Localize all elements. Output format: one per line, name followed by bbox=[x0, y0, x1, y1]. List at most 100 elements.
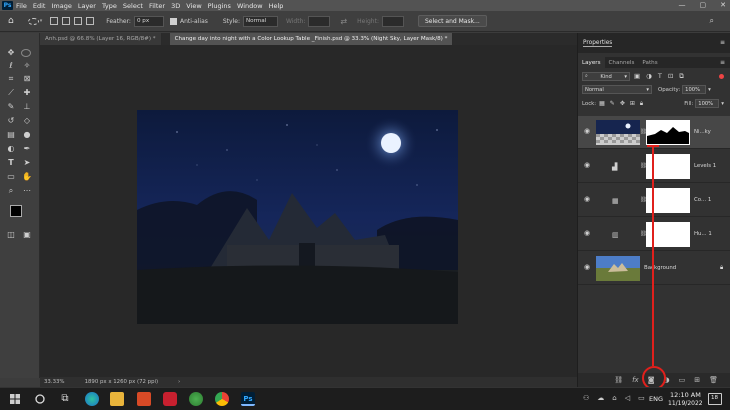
filter-pixel-icon[interactable]: ▣ bbox=[634, 72, 640, 81]
feather-input[interactable]: 0 px bbox=[133, 15, 164, 27]
menu-filter[interactable]: Filter bbox=[149, 2, 165, 10]
height-input[interactable] bbox=[381, 15, 404, 27]
tab-change-day-into-night[interactable]: Change day into night with a Color Looku… bbox=[169, 33, 454, 45]
link-layers-icon[interactable]: ⛓ bbox=[614, 376, 623, 384]
status-arrow-icon[interactable]: › bbox=[178, 379, 180, 385]
layer-name[interactable]: Background bbox=[644, 265, 676, 271]
layers-panel-menu-icon[interactable]: ≡ bbox=[720, 59, 725, 66]
menu-help[interactable]: Help bbox=[269, 2, 284, 10]
more-tools-icon[interactable]: ⋯ bbox=[21, 185, 33, 197]
marquee-tool-icon[interactable] bbox=[21, 49, 31, 57]
home-icon[interactable]: ⌂ bbox=[8, 16, 14, 26]
notifications-button[interactable]: 18 bbox=[708, 393, 722, 405]
clock-time[interactable]: 12:10 AM bbox=[670, 391, 701, 399]
chrome-profile-icon[interactable] bbox=[189, 392, 203, 406]
crop-tool-icon[interactable]: ⌗ bbox=[5, 73, 17, 85]
history-brush-tool-icon[interactable]: ↺ bbox=[5, 115, 17, 127]
search-icon[interactable] bbox=[33, 392, 47, 406]
menu-select[interactable]: Select bbox=[123, 2, 143, 10]
cloud-icon[interactable]: ☁ bbox=[597, 394, 604, 402]
lock-image-icon[interactable]: ✎ bbox=[610, 100, 615, 108]
menu-3d[interactable]: 3D bbox=[171, 2, 180, 10]
layer-row-color-lookup[interactable]: ◉ ▦ ⛓ Co... 1 bbox=[578, 184, 730, 217]
fill-input[interactable]: 100% bbox=[695, 99, 720, 108]
zoom-tool-icon[interactable]: ⌕ bbox=[5, 185, 17, 197]
layer-name[interactable]: Levels 1 bbox=[694, 163, 716, 169]
background-thumbnail[interactable] bbox=[596, 256, 640, 281]
speaker-icon[interactable]: ◁ bbox=[625, 394, 630, 402]
chevron-down-icon[interactable]: ▾ bbox=[721, 101, 724, 107]
tab-layers[interactable]: Layers bbox=[578, 57, 605, 68]
visibility-eye-icon[interactable]: ◉ bbox=[584, 161, 593, 169]
lock-transparent-icon[interactable]: ▦ bbox=[599, 100, 605, 108]
properties-title[interactable]: Properties bbox=[583, 40, 613, 47]
lock-position-icon[interactable]: ✥ bbox=[620, 100, 625, 108]
document-canvas[interactable] bbox=[137, 110, 458, 324]
layer-name[interactable]: Ni...ky bbox=[694, 129, 711, 135]
rectangle-tool-icon[interactable]: ▭ bbox=[5, 171, 17, 183]
language-indicator[interactable]: ENG bbox=[649, 395, 663, 403]
menu-type[interactable]: Type bbox=[102, 2, 117, 10]
antialias-checkbox[interactable] bbox=[169, 17, 177, 25]
layer-name[interactable]: Hu... 1 bbox=[694, 231, 712, 237]
menu-plugins[interactable]: Plugins bbox=[208, 2, 231, 10]
battery-icon[interactable]: ▭ bbox=[638, 394, 645, 402]
style-select[interactable]: Normal bbox=[242, 15, 278, 27]
frame-tool-icon[interactable]: ⊠ bbox=[21, 73, 33, 85]
swap-icon[interactable]: ⇄ bbox=[340, 17, 347, 26]
close-button[interactable]: ✕ bbox=[720, 1, 726, 9]
zoom-level[interactable]: 33.33% bbox=[44, 379, 65, 385]
dodge-tool-icon[interactable]: ◐ bbox=[5, 143, 17, 155]
filter-adjustment-icon[interactable]: ◑ bbox=[646, 72, 652, 81]
layer-row-levels[interactable]: ◉ ▟ ⛓ Levels 1 bbox=[578, 150, 730, 183]
menu-view[interactable]: View bbox=[186, 2, 201, 10]
tab-paths[interactable]: Paths bbox=[638, 57, 661, 68]
tab-anh[interactable]: Anh.psd @ 66.8% (Layer 16, RGB/8#) * bbox=[40, 33, 162, 45]
filter-kind-select[interactable]: ⌕ Kind ▾ bbox=[582, 72, 630, 81]
width-input[interactable] bbox=[308, 15, 331, 27]
select-and-mask-button[interactable]: Select and Mask... bbox=[417, 15, 487, 27]
new-selection-icon[interactable] bbox=[50, 17, 59, 25]
eyedropper-tool-icon[interactable]: ⟋ bbox=[5, 87, 17, 99]
healing-brush-tool-icon[interactable]: ✚ bbox=[21, 87, 33, 99]
filter-shape-icon[interactable]: ⊡ bbox=[668, 72, 673, 81]
menu-edit[interactable]: Edit bbox=[33, 2, 46, 10]
chevron-down-icon[interactable]: ▾ bbox=[40, 18, 43, 24]
filter-smart-object-icon[interactable]: ⧉ bbox=[679, 72, 684, 81]
visibility-eye-icon[interactable]: ◉ bbox=[584, 127, 593, 135]
move-tool-icon[interactable]: ✥ bbox=[5, 47, 17, 59]
opacity-input[interactable]: 100% bbox=[682, 85, 707, 94]
subtract-selection-icon[interactable] bbox=[74, 17, 83, 25]
layer-row-hue-saturation[interactable]: ◉ ▥ ⛓ Hu... 1 bbox=[578, 218, 730, 251]
menu-image[interactable]: Image bbox=[51, 2, 71, 10]
layer-style-icon[interactable]: fx bbox=[632, 376, 639, 384]
hand-tool-icon[interactable]: ✋ bbox=[21, 171, 33, 183]
maximize-button[interactable]: ▢ bbox=[700, 1, 707, 9]
lasso-tool-icon[interactable]: ℓ bbox=[5, 60, 17, 72]
filter-type-icon[interactable]: T bbox=[658, 72, 662, 81]
app-red-icon[interactable] bbox=[163, 392, 177, 406]
edge-browser-icon[interactable] bbox=[85, 392, 99, 406]
layer-mask-thumbnail[interactable] bbox=[646, 154, 690, 179]
layer-mask-thumbnail[interactable] bbox=[646, 188, 690, 213]
new-group-icon[interactable]: ▭ bbox=[679, 376, 686, 384]
minimize-button[interactable]: — bbox=[679, 1, 686, 9]
menu-layer[interactable]: Layer bbox=[78, 2, 96, 10]
visibility-eye-icon[interactable]: ◉ bbox=[584, 263, 593, 271]
layer-row-background[interactable]: ◉ Background 🔒︎ bbox=[578, 252, 730, 285]
people-icon[interactable]: ⚇ bbox=[583, 394, 589, 402]
network-icon[interactable]: ⌂ bbox=[612, 394, 616, 402]
blur-tool-icon[interactable]: ● bbox=[21, 129, 33, 141]
search-icon[interactable]: ⌕ bbox=[710, 16, 714, 26]
visibility-eye-icon[interactable]: ◉ bbox=[584, 195, 593, 203]
eraser-tool-icon[interactable]: ◇ bbox=[21, 115, 33, 127]
chevron-down-icon[interactable]: ▾ bbox=[708, 87, 711, 93]
quick-mask-icon[interactable]: ◫ bbox=[5, 229, 17, 241]
clone-stamp-tool-icon[interactable]: ⊥ bbox=[21, 101, 33, 113]
marquee-preset-icon[interactable] bbox=[27, 17, 39, 25]
lock-all-icon[interactable]: 🔒︎ bbox=[640, 100, 643, 108]
pen-tool-icon[interactable]: ✒ bbox=[21, 143, 33, 155]
windows-start-icon[interactable] bbox=[8, 392, 22, 406]
layer-name[interactable]: Co... 1 bbox=[694, 197, 711, 203]
visibility-eye-icon[interactable]: ◉ bbox=[584, 229, 593, 237]
